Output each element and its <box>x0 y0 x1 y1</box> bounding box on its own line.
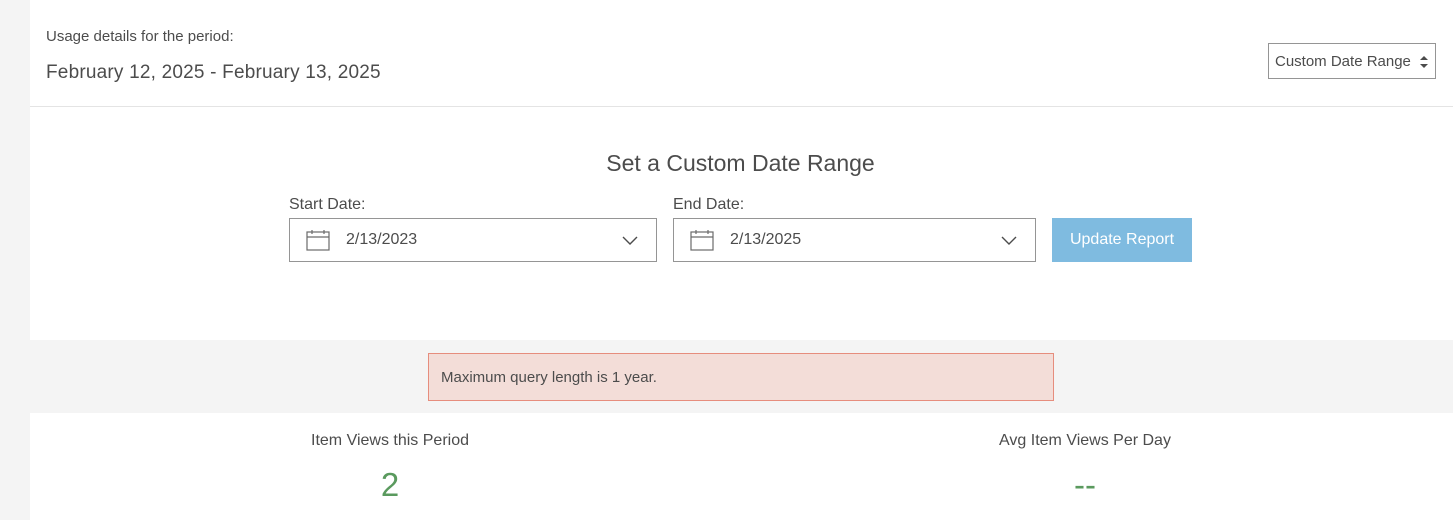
stat-label: Item Views this Period <box>311 432 469 449</box>
date-range-select-value: Custom Date Range <box>1275 52 1411 70</box>
end-date-label: End Date: <box>673 196 745 213</box>
stat-value: 2 <box>380 466 400 503</box>
start-date-label: Start Date: <box>289 196 366 213</box>
stat-label: Avg Item Views Per Day <box>999 432 1171 449</box>
period-range: February 12, 2025 - February 13, 2025 <box>46 62 381 83</box>
start-date-picker[interactable]: 2/13/2023 <box>289 218 657 262</box>
chevron-down-icon[interactable] <box>622 234 638 246</box>
update-report-button[interactable]: Update Report <box>1052 218 1192 262</box>
chevron-down-icon[interactable] <box>1001 234 1017 246</box>
stats-panel: Item Views this Period 2 Avg Item Views … <box>30 413 1453 520</box>
start-date-value: 2/13/2023 <box>346 231 418 248</box>
end-date-picker[interactable]: 2/13/2025 <box>673 218 1036 262</box>
period-label: Usage details for the period: <box>46 28 234 45</box>
error-alert: Maximum query length is 1 year. <box>428 353 1054 401</box>
calendar-icon <box>690 230 714 251</box>
date-range-select[interactable]: Custom Date Range <box>1268 43 1436 79</box>
custom-date-range-panel: Set a Custom Date Range Start Date: 2/13… <box>30 107 1453 340</box>
end-date-value: 2/13/2025 <box>730 231 802 248</box>
custom-range-title: Set a Custom Date Range <box>606 150 875 176</box>
select-arrows-icon <box>1420 56 1428 68</box>
stat-value: -- <box>1074 466 1096 503</box>
period-header: Usage details for the period: February 1… <box>30 0 1453 107</box>
alert-message: Maximum query length is 1 year. <box>441 368 657 386</box>
calendar-icon <box>306 230 330 251</box>
